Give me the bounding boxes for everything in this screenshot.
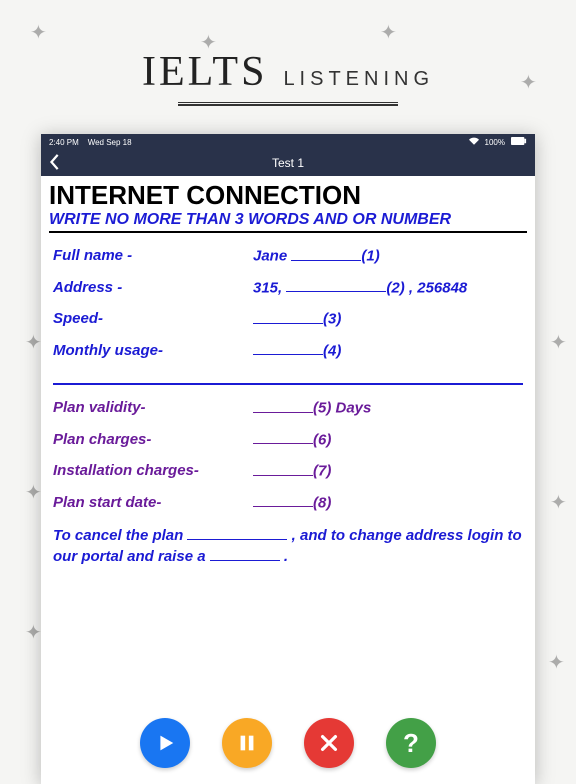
test-content: INTERNET CONNECTION WRITE NO MORE THAN 3… <box>41 176 535 706</box>
answer-blank[interactable] <box>253 342 323 356</box>
form-row: Monthly usage- (4) <box>53 342 523 360</box>
help-button[interactable]: ? <box>386 718 436 768</box>
title-divider <box>49 231 527 233</box>
device-frame: 2:40 PM Wed Sep 18 100% Test 1 INTERNET … <box>41 134 535 784</box>
field-value: (6) <box>253 431 523 449</box>
answer-blank[interactable] <box>253 310 323 324</box>
status-battery: 100% <box>485 138 505 147</box>
value-prefix: Jane <box>253 248 291 265</box>
answer-blank[interactable] <box>286 279 386 293</box>
answer-blank[interactable] <box>253 399 313 413</box>
form-row: Speed- (3) <box>53 310 523 328</box>
field-label: Full name - <box>53 247 253 265</box>
field-label: Address - <box>53 279 253 297</box>
nav-bar: Test 1 <box>41 150 535 176</box>
field-value: (7) <box>253 462 523 480</box>
field-value: Jane (1) <box>253 247 523 265</box>
field-label: Plan validity- <box>53 399 253 417</box>
form-row: Full name -Jane (1) <box>53 247 523 265</box>
form-row: Plan validity-(5) Days <box>53 399 523 417</box>
blank-number: (4) <box>323 342 341 359</box>
field-value: (5) Days <box>253 399 523 417</box>
field-label: Installation charges- <box>53 462 253 480</box>
value-suffix: , 256848 <box>405 279 468 296</box>
close-button[interactable] <box>304 718 354 768</box>
field-label: Monthly usage- <box>53 342 253 360</box>
play-button[interactable] <box>140 718 190 768</box>
document-instruction: WRITE NO MORE THAN 3 WORDS AND OR NUMBER <box>49 211 527 229</box>
sparkle-icon: ✦ <box>550 490 567 515</box>
form-row: Installation charges- (7) <box>53 462 523 480</box>
blank-number: (3) <box>323 311 341 328</box>
player-controls: ? <box>41 706 535 784</box>
sparkle-icon: ✦ <box>25 620 42 645</box>
field-label: Plan start date- <box>53 494 253 512</box>
status-date: Wed Sep 18 <box>88 138 132 147</box>
answer-blank[interactable] <box>253 494 313 508</box>
answer-blank[interactable] <box>291 247 361 261</box>
blank-number: (8) <box>313 494 331 511</box>
field-value: 315, (2) , 256848 <box>253 279 523 297</box>
para-text-3: . <box>280 548 288 565</box>
page-header: IELTS LISTENING <box>0 0 576 124</box>
field-label: Plan charges- <box>53 431 253 449</box>
sparkle-icon: ✦ <box>548 650 565 675</box>
field-value: (8) <box>253 494 523 512</box>
battery-icon <box>511 137 527 147</box>
blank-number: (5) <box>313 400 331 417</box>
help-icon: ? <box>403 728 419 759</box>
form-row: Address -315, (2) , 256848 <box>53 279 523 297</box>
status-time: 2:40 PM <box>49 138 79 147</box>
blank-number: (6) <box>313 431 331 448</box>
header-listening: LISTENING <box>283 68 434 91</box>
header-ielts: IELTS <box>142 48 267 96</box>
status-bar: 2:40 PM Wed Sep 18 100% <box>41 134 535 150</box>
answer-blank[interactable] <box>253 431 313 445</box>
form-row: Plan charges- (6) <box>53 431 523 449</box>
blank-raise[interactable] <box>210 548 280 562</box>
section-divider <box>53 383 523 385</box>
pause-button[interactable] <box>222 718 272 768</box>
back-button[interactable] <box>49 154 61 174</box>
field-value: (4) <box>253 342 523 360</box>
form-row: Plan start date- (8) <box>53 494 523 512</box>
answer-blank[interactable] <box>253 462 313 476</box>
para-text-1: To cancel the plan <box>53 527 187 544</box>
value-suffix: Days <box>331 400 371 417</box>
blank-cancel[interactable] <box>187 527 287 541</box>
nav-title: Test 1 <box>272 156 304 170</box>
document-title: INTERNET CONNECTION <box>49 180 527 211</box>
field-value: (3) <box>253 310 523 328</box>
sparkle-icon: ✦ <box>550 330 567 355</box>
wifi-icon <box>469 137 479 147</box>
sparkle-icon: ✦ <box>25 330 42 355</box>
cancel-paragraph: To cancel the plan , and to change addre… <box>53 525 523 567</box>
value-prefix: 315, <box>253 279 286 296</box>
blank-number: (7) <box>313 463 331 480</box>
header-underline <box>178 102 398 106</box>
blank-number: (1) <box>361 248 379 265</box>
field-label: Speed- <box>53 310 253 328</box>
sparkle-icon: ✦ <box>25 480 42 505</box>
blank-number: (2) <box>386 279 404 296</box>
